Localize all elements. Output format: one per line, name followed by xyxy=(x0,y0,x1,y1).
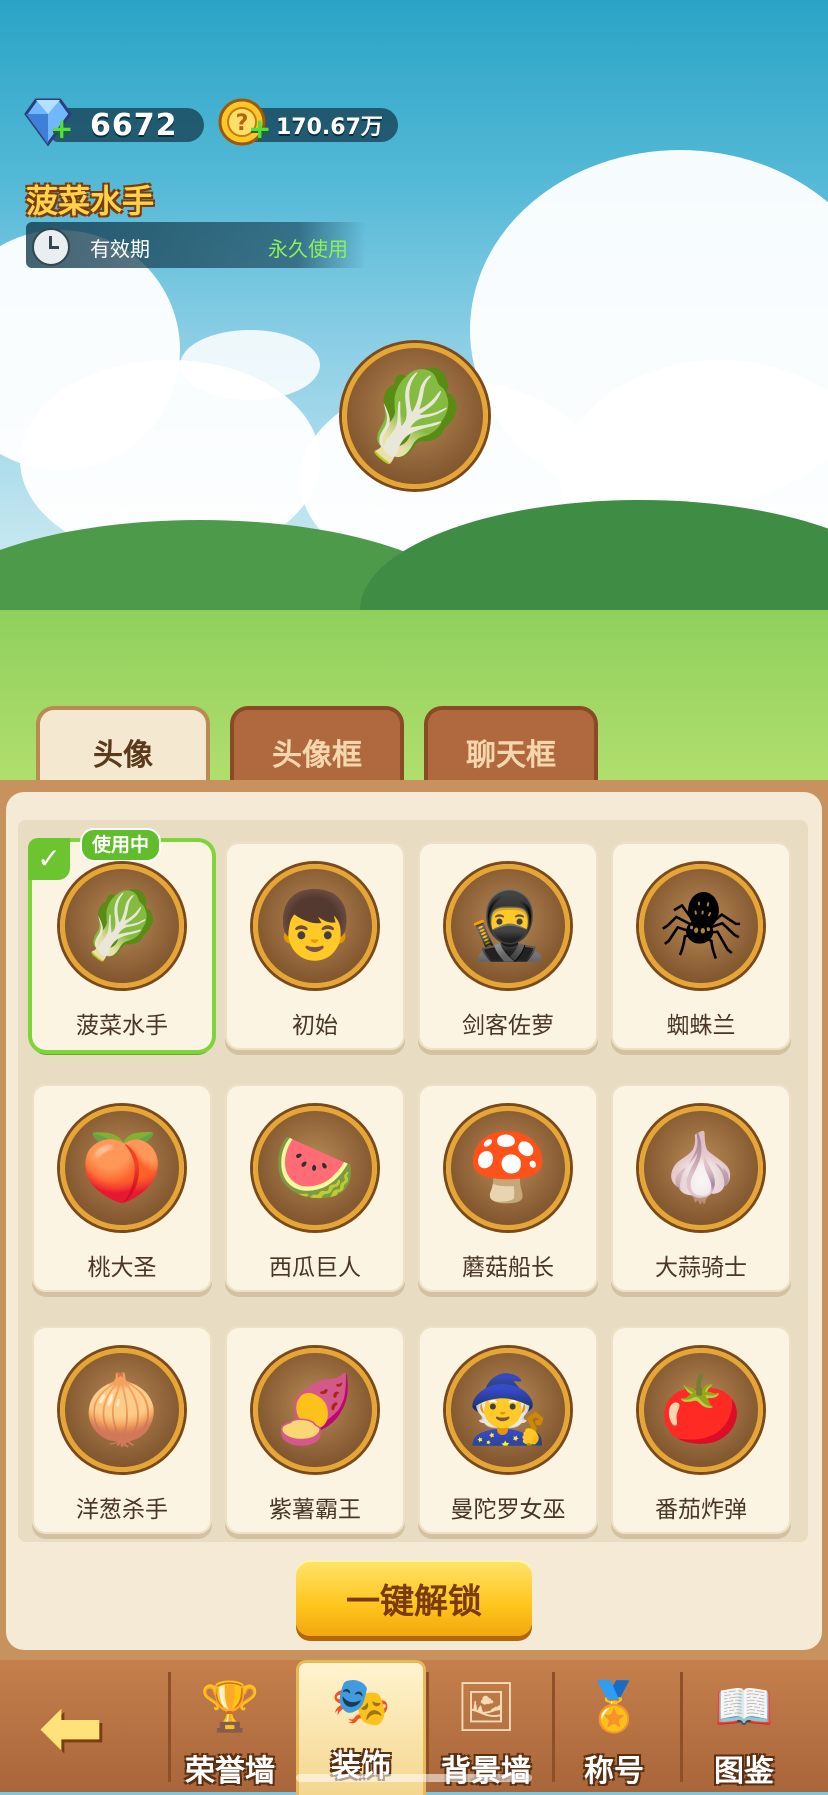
tab-label: 头像 xyxy=(93,738,153,773)
validity-value: 永久使用 xyxy=(268,237,348,261)
avatar-card[interactable]: 🍑 桃大圣 xyxy=(32,1084,212,1292)
validity-bar: 有效期 永久使用 xyxy=(26,222,366,268)
picture-icon: 🖼 xyxy=(455,1679,517,1735)
tab-label: 聊天框 xyxy=(466,738,556,773)
avatar-name: 初始 xyxy=(292,1013,338,1039)
avatar-name: 紫薯霸王 xyxy=(269,1497,361,1523)
validity-label: 有效期 xyxy=(90,237,150,261)
nav-label: 荣誉墙 xyxy=(185,1754,275,1789)
avatar-card[interactable]: 🧙 曼陀罗女巫 xyxy=(418,1326,598,1534)
avatar-name: 洋葱杀手 xyxy=(76,1497,168,1523)
trophy-icon: 🏆 xyxy=(200,1679,260,1735)
avatar-preview: 🥬 xyxy=(342,343,488,489)
default-boy-portrait-icon: 👦 xyxy=(273,887,357,964)
item-title: 菠菜水手 xyxy=(26,182,155,220)
avatar-portrait: 🧙 xyxy=(446,1348,570,1472)
purple-potato-king-portrait-icon: 🍠 xyxy=(273,1371,357,1448)
gem-count: 6672 xyxy=(90,107,178,143)
tomato-bomb-portrait-icon: 🍅 xyxy=(659,1371,743,1448)
avatar-name: 西瓜巨人 xyxy=(269,1255,361,1281)
svg-text:?: ? xyxy=(236,111,249,136)
add-gems-icon[interactable]: + xyxy=(50,112,73,145)
peach-sage-portrait-icon: 🍑 xyxy=(80,1129,164,1206)
in-use-badge: 使用中 xyxy=(80,828,162,862)
avatar-name: 大蒜骑士 xyxy=(655,1255,747,1281)
mask-icon: 🎭 xyxy=(331,1674,391,1730)
mushroom-captain-portrait-icon: 🍄 xyxy=(466,1129,550,1206)
unlock-all-button[interactable]: 一键解锁 xyxy=(296,1560,532,1636)
avatar-name: 菠菜水手 xyxy=(76,1013,168,1039)
medal-icon: 🏅 xyxy=(584,1679,644,1735)
nav-label: 背景墙 xyxy=(441,1754,531,1789)
spinach-sailor-portrait-icon: 🥬 xyxy=(360,364,470,467)
avatar-card[interactable]: ✓ 使用中 🥬 菠菜水手 xyxy=(28,828,212,1050)
avatar-portrait: 🥬 xyxy=(60,864,184,988)
swordsman-portrait-icon: 🥷 xyxy=(466,887,550,964)
nav-label: 图鉴 xyxy=(714,1754,774,1789)
datura-witch-portrait-icon: 🧙 xyxy=(466,1371,550,1448)
avatar-name: 曼陀罗女巫 xyxy=(450,1497,566,1523)
back-arrow-icon[interactable]: ⬅ xyxy=(16,1680,126,1776)
book-icon: 📖 xyxy=(714,1679,774,1735)
avatar-card[interactable]: 🍠 紫薯霸王 xyxy=(225,1326,405,1534)
avatar-card[interactable]: 🧄 大蒜骑士 xyxy=(611,1084,791,1292)
avatar-name: 剑客佐萝 xyxy=(462,1013,554,1039)
nav-label: 称号 xyxy=(584,1754,644,1789)
avatar-portrait: 🍑 xyxy=(60,1106,184,1230)
avatar-card[interactable]: 🍅 番茄炸弹 xyxy=(611,1326,791,1534)
avatar-portrait: 🍉 xyxy=(253,1106,377,1230)
avatar-grid: ✓ 使用中 🥬 菠菜水手 👦 初始 🥷 剑客佐萝 🕷 蜘蛛兰 🍑 桃大圣 🍉 西… xyxy=(18,820,808,1542)
onion-killer-portrait-icon: 🧅 xyxy=(80,1371,164,1448)
avatar-card[interactable]: 🍉 西瓜巨人 xyxy=(225,1084,405,1292)
home-indicator[interactable] xyxy=(296,1774,532,1782)
garlic-knight-portrait-icon: 🧄 xyxy=(659,1129,743,1206)
nav-honor-wall[interactable]: 🏆 荣誉墙 xyxy=(168,1668,292,1792)
check-icon: ✓ xyxy=(28,838,70,880)
avatar-portrait: 🕷 xyxy=(639,864,763,988)
avatar-portrait: 🧅 xyxy=(60,1348,184,1472)
spinach-sailor-portrait-icon: 🥬 xyxy=(80,887,164,964)
avatar-portrait: 🥷 xyxy=(446,864,570,988)
avatar-name: 蘑菇船长 xyxy=(462,1255,554,1281)
add-coins-icon[interactable]: + xyxy=(248,112,271,145)
avatar-card[interactable]: 🕷 蜘蛛兰 xyxy=(611,842,791,1050)
tab-avatar-frame[interactable]: 头像框 xyxy=(230,706,404,786)
avatar-name: 桃大圣 xyxy=(87,1255,157,1281)
tab-avatar[interactable]: 头像 xyxy=(36,706,210,786)
avatar-card[interactable]: 🍄 蘑菇船长 xyxy=(418,1084,598,1292)
avatar-card[interactable]: 👦 初始 xyxy=(225,842,405,1050)
avatar-portrait: 👦 xyxy=(253,864,377,988)
watermelon-giant-portrait-icon: 🍉 xyxy=(273,1129,357,1206)
avatar-portrait: 🍅 xyxy=(639,1348,763,1472)
tab-chat-bubble[interactable]: 聊天框 xyxy=(424,706,598,786)
avatar-card[interactable]: 🥷 剑客佐萝 xyxy=(418,842,598,1050)
coin-count: 170.67万 xyxy=(276,115,383,140)
cloud xyxy=(180,330,320,400)
avatar-portrait: 🍄 xyxy=(446,1106,570,1230)
avatar-name: 蜘蛛兰 xyxy=(666,1013,736,1039)
clock-icon xyxy=(32,228,70,266)
avatar-name: 番茄炸弹 xyxy=(655,1497,747,1523)
nav-title[interactable]: 🏅 称号 xyxy=(552,1668,676,1792)
nav-codex[interactable]: 📖 图鉴 xyxy=(682,1668,806,1792)
tab-label: 头像框 xyxy=(272,738,362,773)
spider-orchid-portrait-icon: 🕷 xyxy=(659,887,743,964)
avatar-card[interactable]: 🧅 洋葱杀手 xyxy=(32,1326,212,1534)
avatar-portrait: 🧄 xyxy=(639,1106,763,1230)
avatar-portrait: 🍠 xyxy=(253,1348,377,1472)
